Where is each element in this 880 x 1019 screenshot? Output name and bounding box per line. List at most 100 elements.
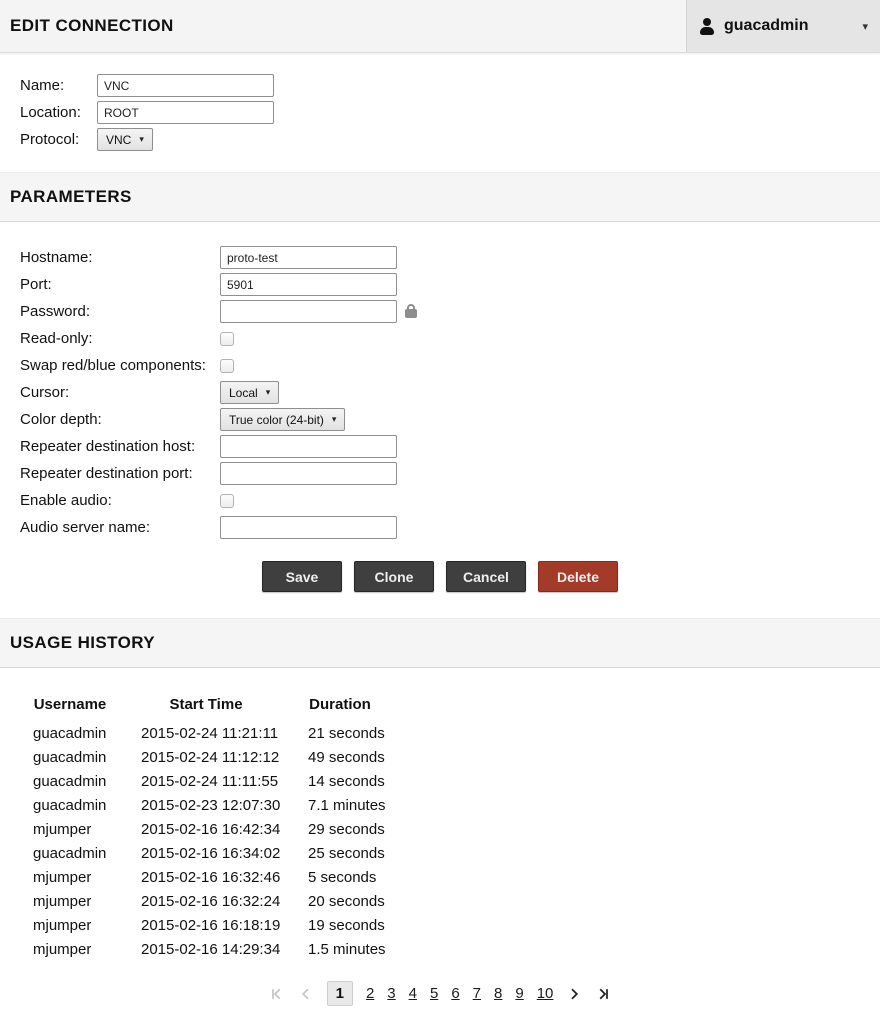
hostname-input[interactable] [220, 246, 397, 269]
usage-history-table: UsernameStart TimeDuration guacadmin2015… [20, 696, 388, 961]
column-header-start-time: Start Time [120, 696, 292, 721]
form-row: Hostname: [20, 246, 880, 269]
cell-start-time: 2015-02-16 16:18:19 [120, 913, 292, 937]
form-row: Port: [20, 273, 880, 296]
page-title: EDIT CONNECTION [0, 0, 686, 52]
cell-start-time: 2015-02-16 16:34:02 [120, 841, 292, 865]
page-number-link[interactable]: 10 [537, 985, 554, 1002]
cursor-select[interactable]: Local ▾ [220, 381, 279, 404]
chevron-down-icon: ▾ [862, 20, 868, 33]
page-number-link[interactable]: 6 [451, 985, 459, 1002]
connection-attributes-form: Name: Location: Protocol: VNC ▾ [0, 53, 880, 151]
user-menu-button[interactable]: guacadmin ▾ [686, 0, 880, 52]
pagination: 123456789 10 [0, 981, 880, 1006]
connection-parameters-form: Hostname:Port:Password:Read-only:Swap re… [0, 222, 880, 539]
form-row: Password: [20, 300, 880, 323]
field-label-cursor: Cursor: [20, 384, 220, 401]
person-icon [699, 18, 715, 35]
chevron-down-icon: ▾ [332, 414, 337, 425]
repeater-destination-host-input[interactable] [220, 435, 397, 458]
field-label-hostname: Hostname: [20, 249, 220, 266]
cell-start-time: 2015-02-16 16:32:24 [120, 889, 292, 913]
page-number-link[interactable]: 7 [473, 985, 481, 1002]
field-label-protocol: Protocol: [20, 131, 97, 148]
previous-page-icon[interactable] [298, 986, 314, 1002]
repeater-destination-port-input[interactable] [220, 462, 397, 485]
cell-duration: 1.5 minutes [292, 937, 388, 961]
cancel-button[interactable]: Cancel [446, 561, 526, 592]
cell-duration: 5 seconds [292, 865, 388, 889]
field-label-location: Location: [20, 104, 97, 121]
table-row: guacadmin2015-02-24 11:21:1121 seconds [20, 721, 388, 745]
enable-audio-checkbox[interactable] [220, 494, 234, 508]
delete-button[interactable]: Delete [538, 561, 618, 592]
table-row: guacadmin2015-02-23 12:07:307.1 minutes [20, 793, 388, 817]
clone-button[interactable]: Clone [354, 561, 434, 592]
cell-duration: 49 seconds [292, 745, 388, 769]
read-only-checkbox[interactable] [220, 332, 234, 346]
form-row: Read-only: [20, 327, 880, 350]
save-button[interactable]: Save [262, 561, 342, 592]
select-value: Local [229, 386, 258, 400]
cell-username: mjumper [20, 865, 120, 889]
swap-red-blue-components-checkbox[interactable] [220, 359, 234, 373]
page-number-link[interactable]: 3 [387, 985, 395, 1002]
table-row: mjumper2015-02-16 16:32:2420 seconds [20, 889, 388, 913]
color-depth-select[interactable]: True color (24-bit) ▾ [220, 408, 345, 431]
cell-username: mjumper [20, 889, 120, 913]
port-input[interactable] [220, 273, 397, 296]
cell-start-time: 2015-02-23 12:07:30 [120, 793, 292, 817]
field-label-repeater-destination-host: Repeater destination host: [20, 438, 220, 455]
cell-start-time: 2015-02-16 16:32:46 [120, 865, 292, 889]
form-row: Enable audio: [20, 489, 880, 512]
cell-start-time: 2015-02-24 11:12:12 [120, 745, 292, 769]
cell-username: mjumper [20, 817, 120, 841]
select-value: True color (24-bit) [229, 413, 324, 427]
page-number-link[interactable]: 5 [430, 985, 438, 1002]
cell-duration: 20 seconds [292, 889, 388, 913]
field-label-read-only: Read-only: [20, 330, 220, 347]
column-header-duration: Duration [292, 696, 388, 721]
page-number-link[interactable]: 2 [366, 985, 374, 1002]
parameters-section-header: PARAMETERS [0, 172, 880, 222]
table-row: mjumper2015-02-16 16:42:3429 seconds [20, 817, 388, 841]
cell-username: guacadmin [20, 721, 120, 745]
field-label-password: Password: [20, 303, 220, 320]
cell-duration: 19 seconds [292, 913, 388, 937]
form-row: Audio server name: [20, 516, 880, 539]
form-row: Protocol: VNC ▾ [20, 128, 880, 151]
name-input[interactable] [97, 74, 274, 97]
cell-start-time: 2015-02-24 11:21:11 [120, 721, 292, 745]
cell-duration: 29 seconds [292, 817, 388, 841]
page-number-link[interactable]: 9 [515, 985, 523, 1002]
location-input[interactable] [97, 101, 274, 124]
select-value: VNC [106, 133, 131, 147]
password-input[interactable] [220, 300, 397, 323]
chevron-down-icon: ▾ [266, 387, 271, 398]
field-label-enable-audio: Enable audio: [20, 492, 220, 509]
cell-username: mjumper [20, 937, 120, 961]
last-page-icon[interactable] [595, 986, 611, 1002]
first-page-icon[interactable] [269, 986, 285, 1002]
cell-duration: 14 seconds [292, 769, 388, 793]
next-page-icon[interactable] [566, 986, 582, 1002]
cell-start-time: 2015-02-16 16:42:34 [120, 817, 292, 841]
form-row: Color depth:True color (24-bit)▾ [20, 408, 880, 431]
audio-server-name-input[interactable] [220, 516, 397, 539]
form-row: Name: [20, 74, 880, 97]
action-buttons: Save Clone Cancel Delete [0, 561, 880, 592]
cell-duration: 21 seconds [292, 721, 388, 745]
usage-history-section-header: USAGE HISTORY [0, 618, 880, 668]
cell-duration: 7.1 minutes [292, 793, 388, 817]
protocol-select[interactable]: VNC ▾ [97, 128, 153, 151]
field-label-port: Port: [20, 276, 220, 293]
usage-history-section-title: USAGE HISTORY [10, 633, 870, 653]
cell-username: guacadmin [20, 745, 120, 769]
page-number-current[interactable]: 1 [327, 981, 353, 1006]
table-row: guacadmin2015-02-24 11:11:5514 seconds [20, 769, 388, 793]
column-header-username: Username [20, 696, 120, 721]
page-number-link[interactable]: 4 [409, 985, 417, 1002]
page-number-link[interactable]: 8 [494, 985, 502, 1002]
field-label-repeater-destination-port: Repeater destination port: [20, 465, 220, 482]
chevron-down-icon: ▾ [139, 134, 144, 145]
